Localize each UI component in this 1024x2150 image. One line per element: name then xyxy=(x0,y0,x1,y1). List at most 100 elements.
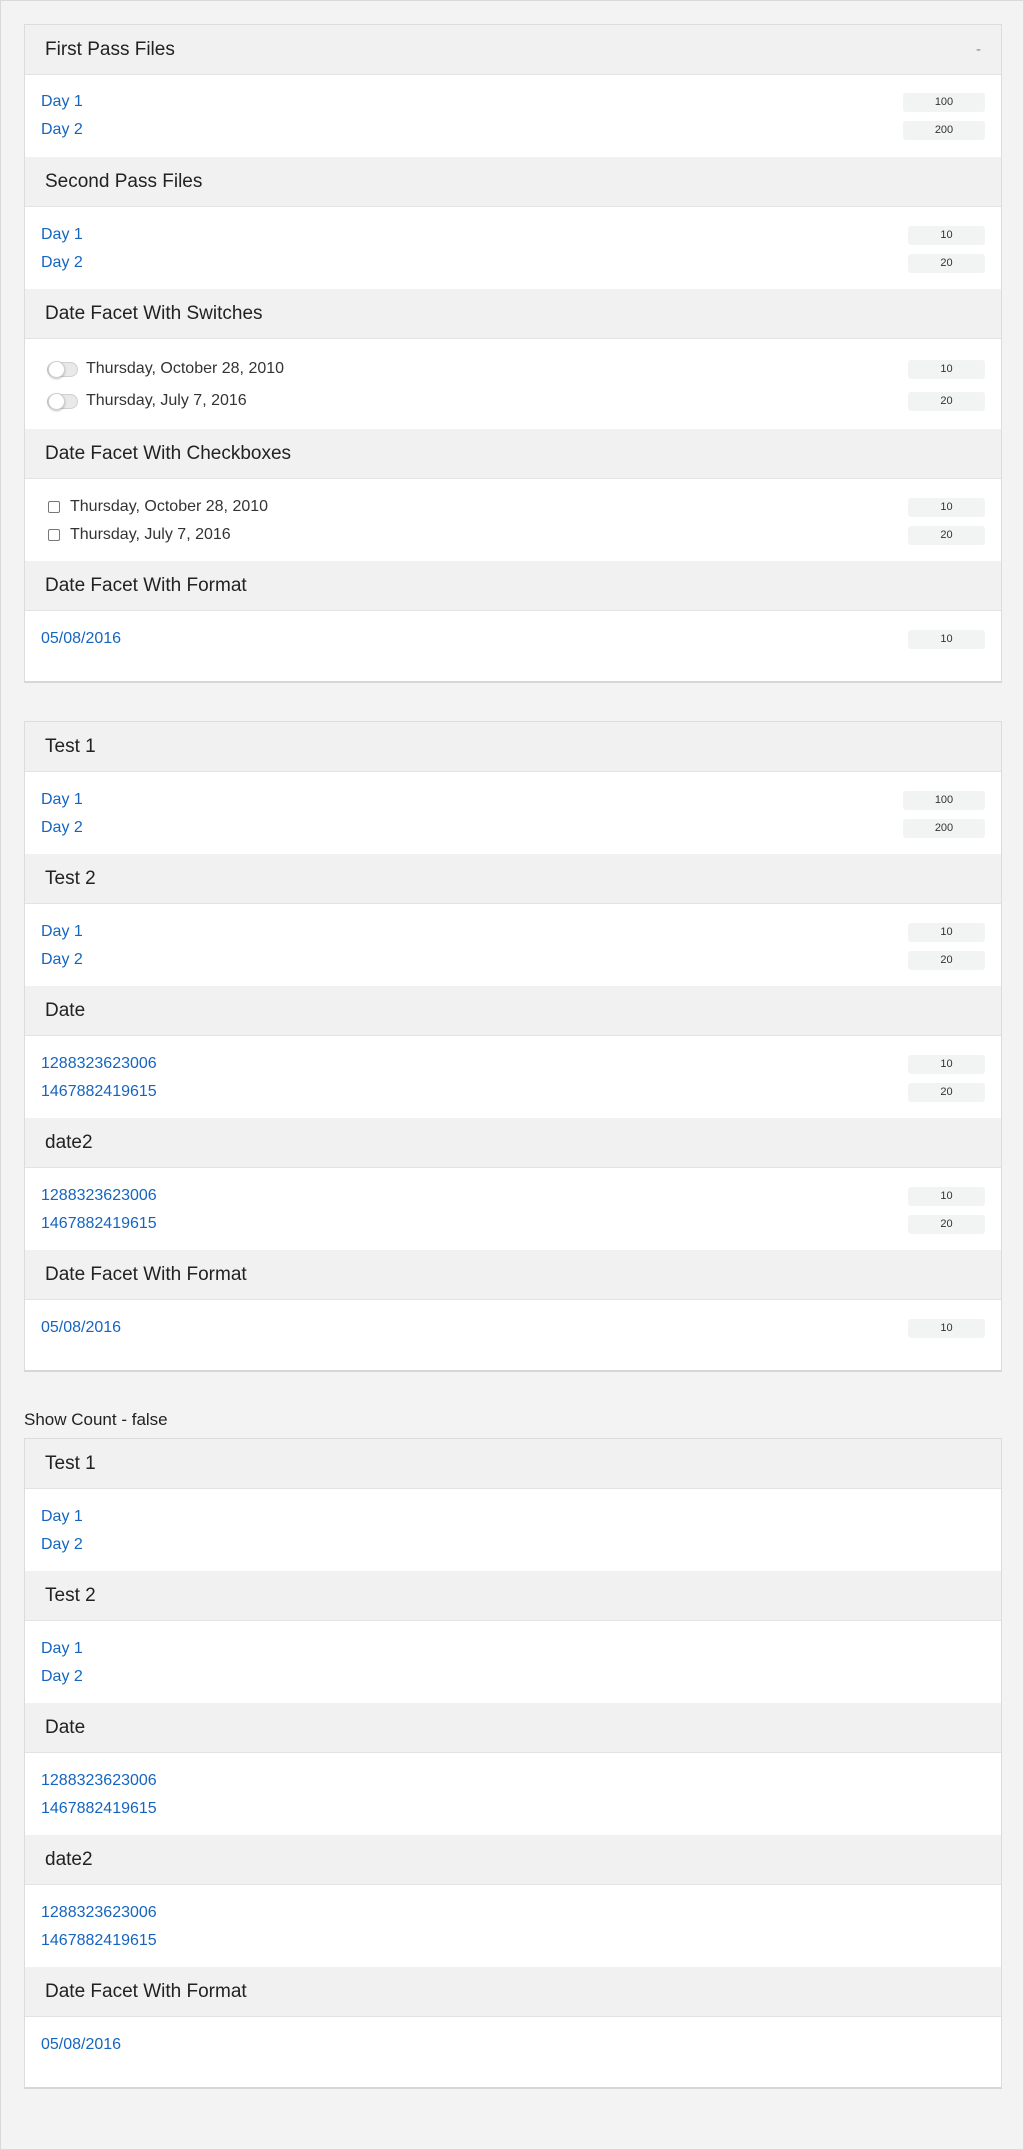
facet-count-badge: 20 xyxy=(908,1214,985,1234)
facet-item-label: Thursday, October 28, 2010 xyxy=(86,360,285,377)
toggle-switch[interactable] xyxy=(47,392,78,410)
facet-item[interactable]: Day 2 200 xyxy=(41,814,985,842)
section-body: 05/08/2016 10 xyxy=(25,1300,1001,1370)
facet-count-badge: 10 xyxy=(908,1318,985,1338)
facet-item[interactable]: Day 1 xyxy=(41,1635,985,1663)
toggle-switch[interactable] xyxy=(47,360,78,378)
facet-item[interactable]: 1288323623006 10 xyxy=(41,1182,985,1210)
section-title: Test 2 xyxy=(45,1584,96,1606)
section-title: Date Facet With Checkboxes xyxy=(45,442,292,464)
facet-item[interactable]: 1467882419615 20 xyxy=(41,1210,985,1238)
facet-item-link[interactable]: Day 1 xyxy=(41,93,83,111)
facet-item-link[interactable]: 1288323623006 xyxy=(41,1772,157,1790)
section-body: Day 1 10 Day 2 20 xyxy=(25,207,1001,289)
section-header-test-2[interactable]: Test 2 xyxy=(25,854,1001,904)
section-header-date[interactable]: Date xyxy=(25,1703,1001,1753)
facet-item-link[interactable]: 05/08/2016 xyxy=(41,630,121,648)
facet-item[interactable]: 05/08/2016 10 xyxy=(41,1314,985,1342)
facet-item-link[interactable]: Day 1 xyxy=(41,1640,83,1658)
section-header-date-facet-switches[interactable]: Date Facet With Switches xyxy=(25,289,1001,339)
section-body: 05/08/2016 10 xyxy=(25,611,1001,681)
section-header-date[interactable]: Date xyxy=(25,986,1001,1036)
facet-item-link[interactable]: 05/08/2016 xyxy=(41,1319,121,1337)
section-header-date2[interactable]: date2 xyxy=(25,1835,1001,1885)
section-header-second-pass-files[interactable]: Second Pass Files xyxy=(25,157,1001,207)
facet-panel-1: First Pass Files - Day 1 100 Day 2 200 S… xyxy=(24,24,1002,683)
section-body: Thursday, October 28, 2010 10 Thursday, … xyxy=(25,479,1001,561)
facet-item-link[interactable]: Day 1 xyxy=(41,1508,83,1526)
facet-item-link[interactable]: 1467882419615 xyxy=(41,1932,157,1950)
section-body: Day 1 10 Day 2 20 xyxy=(25,904,1001,986)
facet-count-badge: 10 xyxy=(908,922,985,942)
switch-knob xyxy=(48,360,65,378)
facet-panel-3: Test 1 Day 1 Day 2 Test 2 Day 1 Day 2 Da… xyxy=(24,1438,1002,2089)
section-title: Date Facet With Format xyxy=(45,574,247,596)
section-header-date-facet-format[interactable]: Date Facet With Format xyxy=(25,1250,1001,1300)
facet-item[interactable]: 1288323623006 xyxy=(41,1899,985,1927)
checkbox[interactable] xyxy=(48,529,60,541)
facet-item[interactable]: 1467882419615 xyxy=(41,1927,985,1955)
section-header-test-1[interactable]: Test 1 xyxy=(25,722,1001,772)
facet-item-link[interactable]: Day 2 xyxy=(41,1536,83,1554)
facet-count-badge: 10 xyxy=(908,497,985,517)
facet-item[interactable]: Thursday, July 7, 2016 20 xyxy=(41,521,985,549)
facet-item-link[interactable]: 1467882419615 xyxy=(41,1083,157,1101)
section-title: First Pass Files xyxy=(45,38,175,60)
facet-item[interactable]: 1467882419615 xyxy=(41,1795,985,1823)
section-header-date2[interactable]: date2 xyxy=(25,1118,1001,1168)
facet-item[interactable]: Day 1 10 xyxy=(41,221,985,249)
section-body: 1288323623006 10 1467882419615 20 xyxy=(25,1036,1001,1118)
facet-item-link[interactable]: Day 1 xyxy=(41,226,83,244)
facet-item[interactable]: 05/08/2016 10 xyxy=(41,625,985,653)
section-header-first-pass-files[interactable]: First Pass Files - xyxy=(25,25,1001,75)
facet-item[interactable]: Day 2 xyxy=(41,1663,985,1691)
facet-item-link[interactable]: 1288323623006 xyxy=(41,1904,157,1922)
section-header-test-1[interactable]: Test 1 xyxy=(25,1439,1001,1489)
facet-item[interactable]: Day 1 100 xyxy=(41,88,985,116)
section-body: 1288323623006 10 1467882419615 20 xyxy=(25,1168,1001,1250)
facet-count-badge: 20 xyxy=(908,253,985,273)
facet-item-link[interactable]: Day 2 xyxy=(41,951,83,969)
facet-item-link[interactable]: 05/08/2016 xyxy=(41,2036,121,2054)
facet-item-link[interactable]: Day 2 xyxy=(41,1668,83,1686)
section-body: Day 1 Day 2 xyxy=(25,1489,1001,1571)
facet-item-link[interactable]: Day 1 xyxy=(41,791,83,809)
facet-item[interactable]: Day 1 10 xyxy=(41,918,985,946)
facet-item[interactable]: 1467882419615 20 xyxy=(41,1078,985,1106)
facet-count-badge: 10 xyxy=(908,359,985,379)
facet-item[interactable]: 05/08/2016 xyxy=(41,2031,985,2059)
facet-item[interactable]: Day 2 xyxy=(41,1531,985,1559)
collapse-toggle[interactable]: - xyxy=(976,41,981,58)
facet-item-label: Thursday, July 7, 2016 xyxy=(86,392,247,409)
section-body: Day 1 100 Day 2 200 xyxy=(25,772,1001,854)
facet-item-link[interactable]: 1467882419615 xyxy=(41,1800,157,1818)
facet-item-link[interactable]: Day 1 xyxy=(41,923,83,941)
facet-item-link[interactable]: Day 2 xyxy=(41,121,83,139)
section-body: Day 1 Day 2 xyxy=(25,1621,1001,1703)
facet-item[interactable]: Day 2 20 xyxy=(41,946,985,974)
facet-item[interactable]: Day 1 xyxy=(41,1503,985,1531)
section-header-date-facet-checkboxes[interactable]: Date Facet With Checkboxes xyxy=(25,429,1001,479)
facet-item[interactable]: Thursday, July 7, 2016 20 xyxy=(41,385,985,417)
section-title: Test 1 xyxy=(45,1452,96,1474)
facet-item[interactable]: 1288323623006 10 xyxy=(41,1050,985,1078)
facet-item-link[interactable]: Day 2 xyxy=(41,819,83,837)
facet-item-link[interactable]: Day 2 xyxy=(41,254,83,272)
facet-item[interactable]: 1288323623006 xyxy=(41,1767,985,1795)
facet-item-link[interactable]: 1288323623006 xyxy=(41,1055,157,1073)
section-header-date-facet-format[interactable]: Date Facet With Format xyxy=(25,561,1001,611)
facet-item[interactable]: Thursday, October 28, 2010 10 xyxy=(41,353,985,385)
facet-item[interactable]: Day 2 200 xyxy=(41,116,985,144)
facet-count-badge: 200 xyxy=(903,120,985,140)
facet-item[interactable]: Day 1 100 xyxy=(41,786,985,814)
facet-count-badge: 100 xyxy=(903,92,985,112)
section-header-test-2[interactable]: Test 2 xyxy=(25,1571,1001,1621)
checkbox[interactable] xyxy=(48,501,60,513)
facet-item[interactable]: Day 2 20 xyxy=(41,249,985,277)
section-title: Second Pass Files xyxy=(45,170,203,192)
facet-item-link[interactable]: 1288323623006 xyxy=(41,1187,157,1205)
facet-item[interactable]: Thursday, October 28, 2010 10 xyxy=(41,493,985,521)
facet-item-link[interactable]: 1467882419615 xyxy=(41,1215,157,1233)
section-header-date-facet-format[interactable]: Date Facet With Format xyxy=(25,1967,1001,2017)
facet-item-label: Thursday, October 28, 2010 xyxy=(70,498,269,515)
